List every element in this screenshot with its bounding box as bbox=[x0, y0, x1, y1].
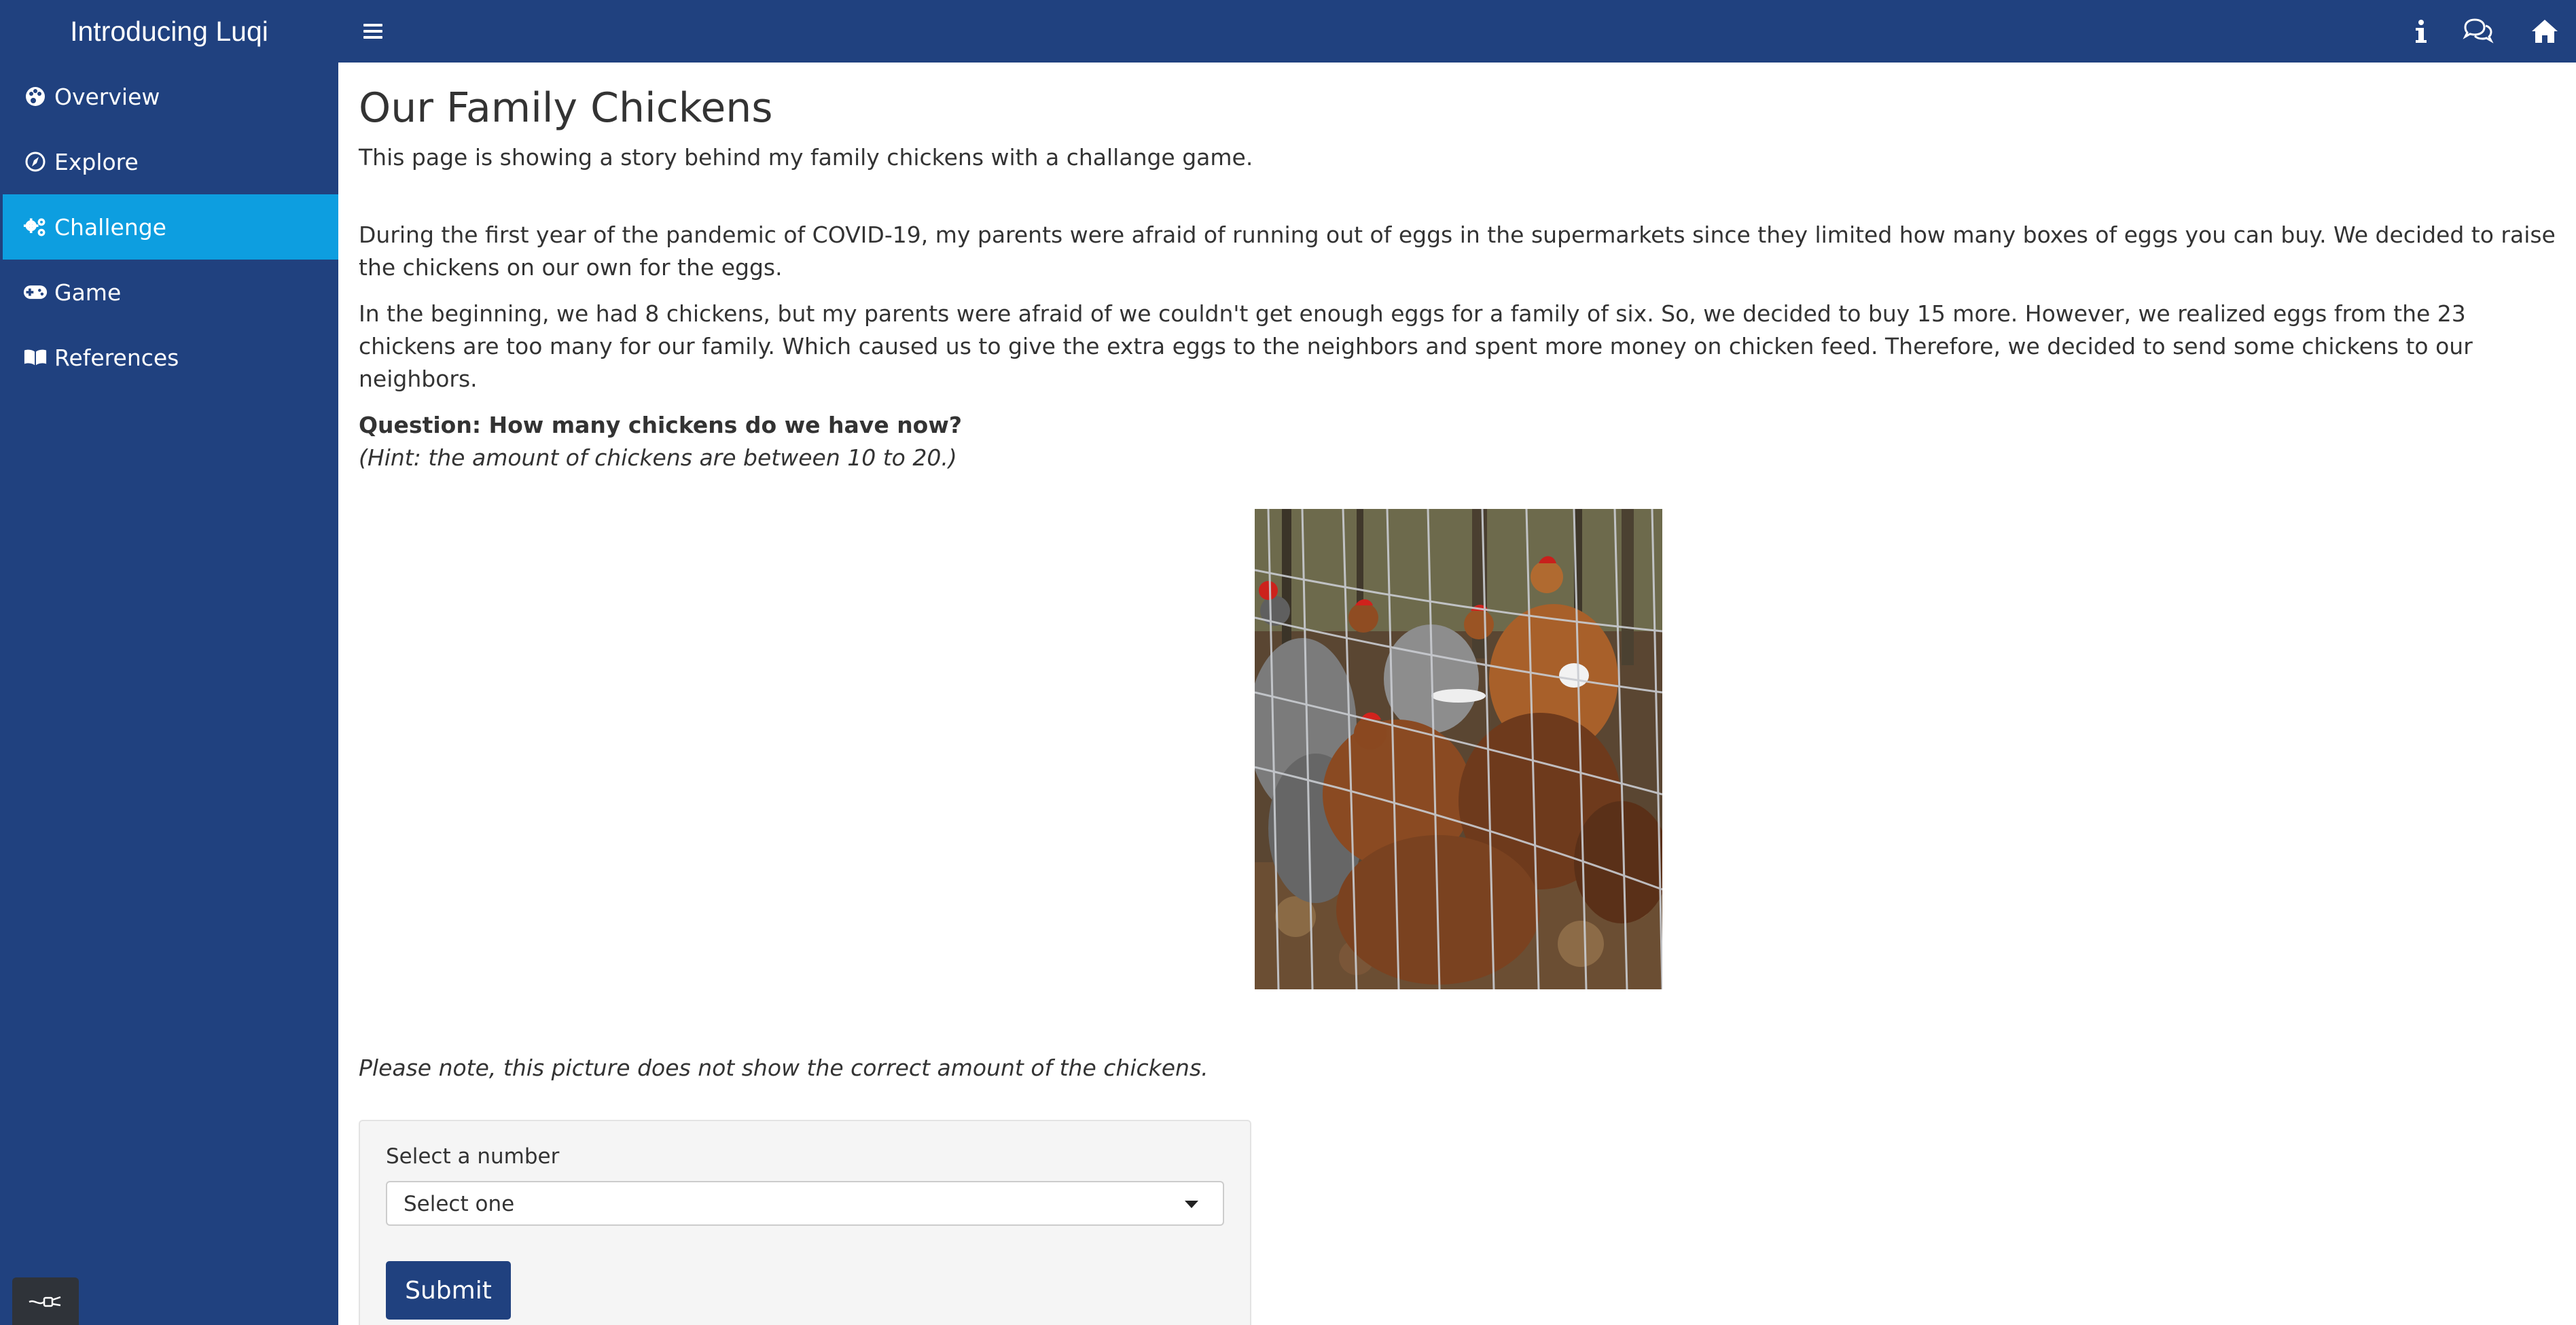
sidebar-item-label: Explore bbox=[54, 148, 139, 175]
sidebar-item-label: Game bbox=[54, 279, 122, 306]
number-select[interactable]: Select one bbox=[386, 1181, 1224, 1226]
sidebar-item-references[interactable]: References bbox=[3, 325, 338, 390]
sidebar-item-label: Overview bbox=[54, 83, 160, 110]
app-title: Introducing Luqi bbox=[70, 15, 268, 47]
plug-icon[interactable] bbox=[12, 1277, 79, 1325]
chickens-photo bbox=[1255, 509, 1662, 989]
sidebar-item-label: References bbox=[54, 344, 179, 371]
page-title: Our Family Chickens bbox=[359, 84, 773, 132]
info-icon[interactable] bbox=[2403, 14, 2439, 49]
challenge-hint: (Hint: the amount of chickens are betwee… bbox=[359, 444, 957, 471]
select-number-label: Select a number bbox=[386, 1144, 560, 1169]
sidebar-item-overview[interactable]: Overview bbox=[3, 64, 338, 129]
sidebar-item-explore[interactable]: Explore bbox=[3, 129, 338, 194]
select-value: Select one bbox=[404, 1192, 515, 1216]
challenge-question: Question: How many chickens do we have n… bbox=[359, 412, 962, 438]
answer-form: Select a number Select one Submit bbox=[359, 1120, 1251, 1325]
submit-button[interactable]: Submit bbox=[386, 1261, 511, 1320]
sidebar-item-challenge[interactable]: Challenge bbox=[3, 194, 338, 260]
sidebar-item-label: Challenge bbox=[54, 213, 166, 241]
comments-icon[interactable] bbox=[2461, 14, 2496, 49]
book-open-icon bbox=[23, 345, 48, 370]
picture-note: Please note, this picture does not show … bbox=[359, 1055, 1209, 1081]
story-paragraph-2: In the beginning, we had 8 chickens, but… bbox=[359, 300, 2473, 392]
top-navbar: Introducing Luqi bbox=[0, 0, 2576, 63]
home-icon[interactable] bbox=[2527, 14, 2562, 49]
sidebar-item-game[interactable]: Game bbox=[3, 260, 338, 325]
main-content: Our Family Chickens This page is showing… bbox=[359, 63, 2556, 1325]
compass-icon bbox=[23, 149, 48, 174]
gears-icon bbox=[23, 215, 48, 239]
sidebar: Overview Explore Challenge Game Referenc… bbox=[0, 63, 338, 1325]
palette-icon bbox=[23, 84, 48, 109]
hamburger-icon[interactable] bbox=[360, 18, 387, 45]
story-paragraph-1: During the first year of the pandemic of… bbox=[359, 222, 2556, 281]
page-subtitle: This page is showing a story behind my f… bbox=[359, 144, 1253, 171]
gamepad-icon bbox=[23, 280, 48, 304]
caret-down-icon bbox=[1185, 1201, 1198, 1208]
